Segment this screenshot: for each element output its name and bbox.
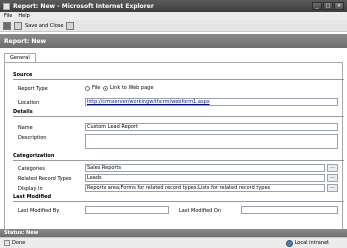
related-record-types-label: Related Record Types — [18, 176, 72, 182]
name-label: Name — [18, 125, 33, 131]
section-source-title: Source — [13, 72, 33, 78]
radio-file[interactable]: File — [85, 85, 100, 91]
section-details-title: Details — [13, 109, 33, 115]
status-done-text: Done — [12, 240, 26, 246]
display-in-label: Display In — [18, 186, 43, 192]
toolbar: Save and Close — [0, 20, 347, 32]
menu-file[interactable]: File — [4, 13, 12, 19]
minimize-icon[interactable]: _ — [312, 2, 322, 10]
display-in-field[interactable]: Reports area;Forms for related record ty… — [85, 184, 325, 192]
security-zone-text: Local intranet — [294, 240, 329, 246]
section-last-modified-title: Last Modified — [13, 194, 52, 200]
radio-file-label: File — [92, 85, 101, 91]
categories-label: Categories — [18, 166, 45, 172]
radio-file-dot[interactable] — [85, 85, 90, 91]
tab-general[interactable]: General — [4, 53, 36, 62]
browser-status-bar: Done Local intranet — [0, 237, 347, 248]
menu-bar: File Help — [0, 12, 347, 20]
save-close-button[interactable]: Save and Close — [25, 23, 63, 29]
name-field[interactable]: Custom Lead Report — [85, 123, 338, 131]
window-titlebar: Report: New - Microsoft Internet Explore… — [0, 0, 347, 12]
location-url[interactable]: http://crmserver/workingwithcrm/webform1… — [87, 99, 210, 105]
related-record-types-field[interactable]: Leads — [85, 174, 325, 182]
menu-help[interactable]: Help — [18, 13, 29, 19]
radio-link-label: Link to Web page — [110, 85, 154, 91]
last-modified-by-label: Last Modified By — [18, 208, 60, 214]
section-divider — [13, 116, 344, 117]
close-icon[interactable]: × — [334, 2, 344, 10]
display-in-lookup-button[interactable]: ... — [327, 184, 338, 192]
section-categorization-title: Categorization — [13, 153, 55, 159]
section-divider — [13, 160, 344, 161]
description-label: Description — [18, 135, 47, 141]
save-close-icon[interactable] — [14, 21, 22, 30]
categories-lookup-button[interactable]: ... — [327, 164, 338, 172]
section-divider — [13, 201, 344, 202]
radio-link[interactable]: Link to Web page — [103, 85, 153, 91]
last-modified-by-field — [85, 206, 169, 214]
related-record-types-lookup-button[interactable]: ... — [327, 174, 338, 182]
form-status-strip: Status: New — [0, 229, 347, 237]
intranet-globe-icon — [285, 239, 293, 247]
ie-page-icon — [3, 2, 10, 10]
window-title: Report: New - Microsoft Internet Explore… — [13, 2, 154, 10]
last-modified-on-label: Last Modified On — [179, 208, 222, 214]
last-modified-on-field — [241, 206, 338, 214]
radio-link-dot[interactable] — [103, 85, 108, 91]
report-type-label: Report Type — [18, 86, 48, 92]
print-icon[interactable] — [66, 21, 75, 30]
location-label: Location — [18, 100, 40, 106]
save-icon[interactable] — [3, 21, 11, 30]
form-header: Report: New — [0, 34, 347, 48]
maximize-icon[interactable]: □ — [323, 2, 333, 10]
location-field[interactable]: http://crmserver/workingwithcrm/webform1… — [85, 98, 338, 106]
section-divider — [13, 79, 344, 80]
description-field[interactable] — [85, 134, 338, 149]
page-done-icon — [4, 240, 10, 246]
categories-field[interactable]: Sales Reports — [85, 164, 325, 172]
form-panel: Source Report Type File Link to Web page… — [4, 62, 344, 231]
